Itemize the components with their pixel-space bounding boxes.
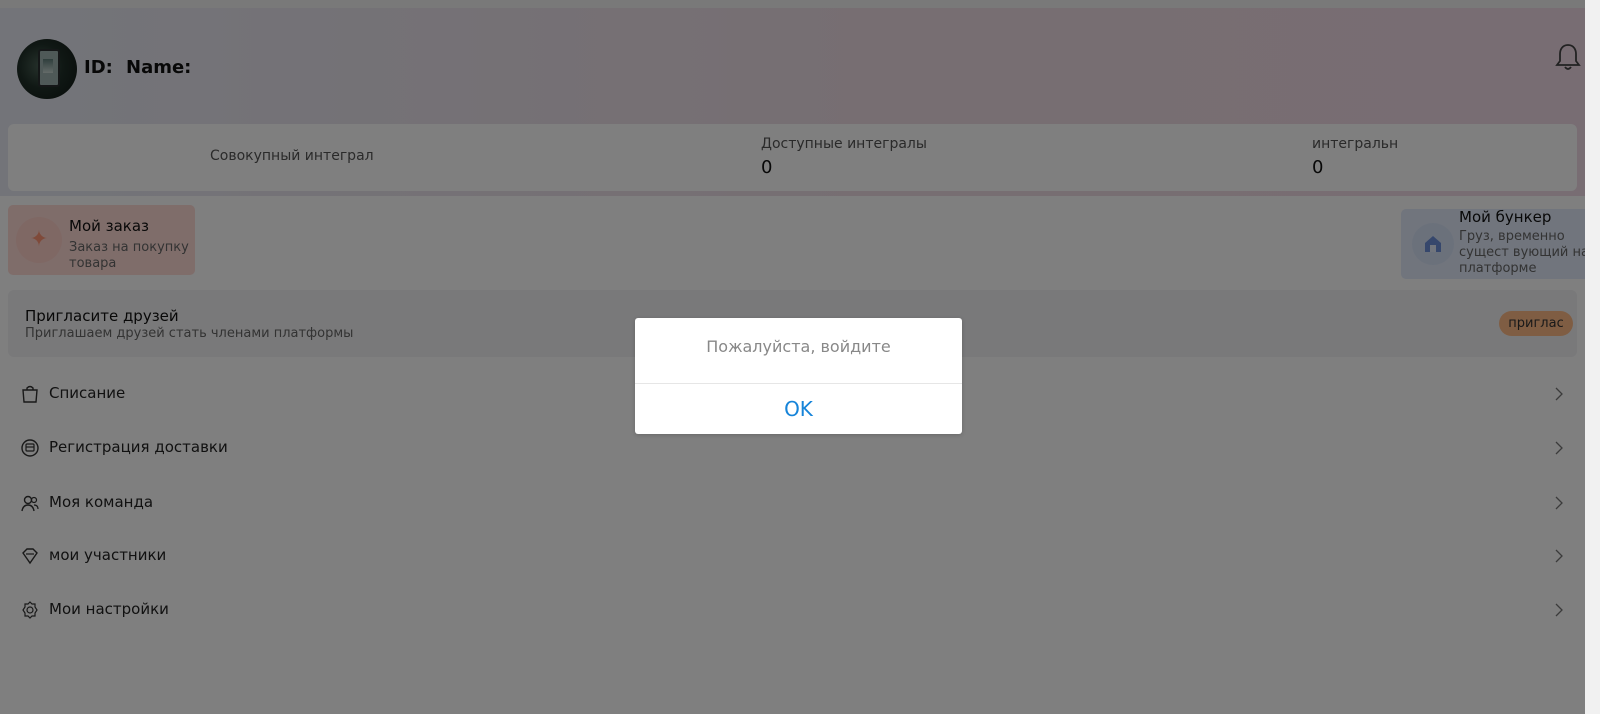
dialog-ok-button[interactable]: OK — [635, 384, 962, 434]
dialog-message: Пожалуйста, войдите — [706, 337, 891, 356]
page-scrollbar[interactable] — [1585, 0, 1600, 714]
profile-screen: ID: Name: Совокупный интеграл Доступные … — [0, 0, 1590, 714]
login-required-dialog: Пожалуйста, войдите OK — [635, 318, 962, 434]
app-page: ID: Name: Совокупный интеграл Доступные … — [0, 0, 1600, 714]
